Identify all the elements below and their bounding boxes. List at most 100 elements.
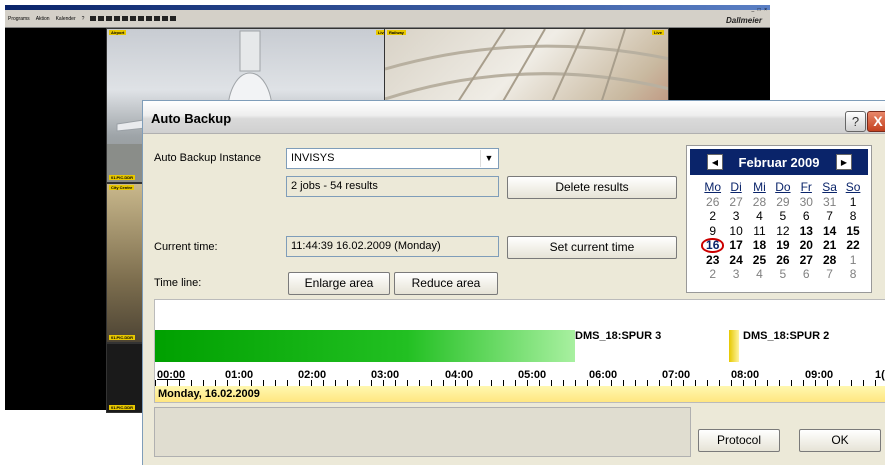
reduce-area-button[interactable]: Reduce area: [394, 272, 498, 295]
calendar-day[interactable]: 17: [724, 238, 747, 253]
track-label-spur2: DMS_18:SPUR 2: [743, 330, 830, 342]
layout-13-icon[interactable]: [154, 16, 160, 21]
calendar-day[interactable]: 28: [748, 195, 771, 210]
calendar-day[interactable]: 7: [818, 267, 841, 282]
calendar-day[interactable]: 29: [771, 195, 794, 210]
calendar-day[interactable]: 26: [701, 195, 724, 210]
menu-help[interactable]: ?: [82, 16, 85, 22]
calendar-week: 2 3 4 5 6 7 8: [701, 209, 865, 224]
calendar-day[interactable]: 6: [795, 267, 818, 282]
month-calendar: ◀ Februar 2009 ▶ Mo Di Mi Do Fr Sa So 26…: [686, 145, 872, 293]
calendar-day[interactable]: 30: [795, 195, 818, 210]
calendar-day[interactable]: 23: [701, 253, 724, 268]
calendar-day[interactable]: 10: [724, 224, 747, 239]
calendar-day[interactable]: 2: [701, 267, 724, 282]
calendar-week: 2 3 4 5 6 7 8: [701, 267, 865, 282]
calendar-day[interactable]: 1: [841, 195, 864, 210]
instance-value: INVISYS: [291, 152, 335, 164]
calendar-day-selected[interactable]: 16: [701, 238, 725, 253]
calendar-day[interactable]: 24: [724, 253, 747, 268]
background-window-buttons[interactable]: _ □ ×: [752, 7, 769, 13]
calendar-day[interactable]: 1: [841, 253, 864, 268]
calendar-day[interactable]: 4: [748, 267, 771, 282]
calendar-week: 9 10 11 12 13 14 15: [701, 224, 865, 239]
layout-12-icon[interactable]: [146, 16, 152, 21]
calendar-day[interactable]: 20: [795, 238, 818, 253]
protocol-button[interactable]: Protocol: [698, 429, 780, 452]
calendar-day[interactable]: 19: [771, 238, 794, 253]
camera-view-4[interactable]: 01.PIC.DDR: [106, 343, 146, 413]
calendar-day[interactable]: 11: [748, 224, 771, 239]
track-bar-spur3[interactable]: [155, 330, 575, 362]
calendar-day[interactable]: 27: [724, 195, 747, 210]
calendar-day[interactable]: 3: [724, 209, 747, 224]
menu-aktion[interactable]: Aktion: [36, 16, 50, 22]
instance-select[interactable]: INVISYS ▼: [286, 148, 499, 169]
layout-4-icon[interactable]: [98, 16, 104, 21]
calendar-day[interactable]: 13: [795, 224, 818, 239]
dialog-title: Auto Backup: [151, 111, 232, 126]
dallmeier-logo: Dallmeier: [725, 16, 762, 25]
ok-button[interactable]: OK: [799, 429, 881, 452]
calendar-day[interactable]: 25: [748, 253, 771, 268]
layout-9-icon[interactable]: [106, 16, 112, 21]
calendar-header: ◀ Februar 2009 ▶: [690, 149, 868, 175]
calendar-day[interactable]: 7: [818, 209, 841, 224]
calendar-day[interactable]: 3: [724, 267, 747, 282]
weekday-di: Di: [730, 180, 742, 194]
calendar-day[interactable]: 4: [748, 209, 771, 224]
calendar-day[interactable]: 6: [795, 209, 818, 224]
calendar-day[interactable]: 28: [818, 253, 841, 268]
delete-results-button[interactable]: Delete results: [507, 176, 677, 199]
camera-footer: 01.PIC.DDR: [109, 175, 136, 180]
calendar-grid: Mo Di Mi Do Fr Sa So 26 27 28 29 30 31 1…: [701, 180, 865, 282]
set-current-time-button[interactable]: Set current time: [507, 236, 677, 259]
calendar-day[interactable]: 26: [771, 253, 794, 268]
layout-10-icon[interactable]: [138, 16, 144, 21]
weekday-sa: Sa: [822, 180, 837, 194]
calendar-day[interactable]: 31: [818, 195, 841, 210]
camera-view-city-centre[interactable]: City Centre 01.PIC.DDR: [106, 183, 146, 343]
calendar-day[interactable]: 8: [841, 209, 864, 224]
dropdown-arrow-icon[interactable]: ▼: [480, 150, 497, 167]
calendar-day[interactable]: 5: [771, 209, 794, 224]
current-time-field: 11:44:39 16.02.2009 (Monday): [286, 236, 499, 257]
calendar-day[interactable]: 12: [771, 224, 794, 239]
backup-timeline[interactable]: DMS_18:SPUR 3 DMS_18:SPUR 2 00:00 01:00 …: [154, 299, 885, 403]
enlarge-area-button[interactable]: Enlarge area: [288, 272, 390, 295]
calendar-day[interactable]: 9: [701, 224, 724, 239]
camera-label: Airport: [109, 30, 127, 35]
calendar-day[interactable]: 2: [701, 209, 724, 224]
calendar-day[interactable]: 27: [795, 253, 818, 268]
layout-20-icon[interactable]: [162, 16, 168, 21]
jobs-summary-field: 2 jobs - 54 results: [286, 176, 499, 197]
camera-footer: 01.PIC.DDR: [109, 405, 136, 410]
calendar-day[interactable]: 14: [818, 224, 841, 239]
calendar-day[interactable]: 22: [841, 238, 864, 253]
weekday-row: Mo Di Mi Do Fr Sa So: [701, 180, 865, 195]
timeline-date: Monday, 16.02.2009: [158, 388, 260, 400]
layout-8-icon[interactable]: [130, 16, 136, 21]
calendar-day[interactable]: 5: [771, 267, 794, 282]
menu-kalender[interactable]: Kalender: [56, 16, 76, 22]
calendar-day[interactable]: 15: [841, 224, 864, 239]
weekday-do: Do: [775, 180, 791, 194]
calendar-day[interactable]: 21: [818, 238, 841, 253]
camera-footer: 01.PIC.DDR: [109, 335, 136, 340]
layout-toolbar: [90, 16, 176, 21]
calendar-day[interactable]: 8: [841, 267, 864, 282]
calendar-day[interactable]: 18: [748, 238, 771, 253]
camera-label: Railway: [387, 30, 406, 35]
weekday-mi: Mi: [753, 180, 766, 194]
layout-16-icon[interactable]: [114, 16, 120, 21]
layout-25-icon[interactable]: [170, 16, 176, 21]
weekday-mo: Mo: [704, 180, 722, 194]
menu-programs[interactable]: Programs: [8, 16, 30, 22]
layout-1-icon[interactable]: [90, 16, 96, 21]
help-button[interactable]: ?: [845, 111, 866, 132]
track-bar-spur2[interactable]: [729, 330, 739, 362]
close-button[interactable]: X: [867, 111, 885, 132]
next-month-icon[interactable]: ▶: [836, 154, 852, 170]
layout-6-icon[interactable]: [122, 16, 128, 21]
dialog-title-bar[interactable]: Auto Backup ? X: [143, 101, 885, 134]
